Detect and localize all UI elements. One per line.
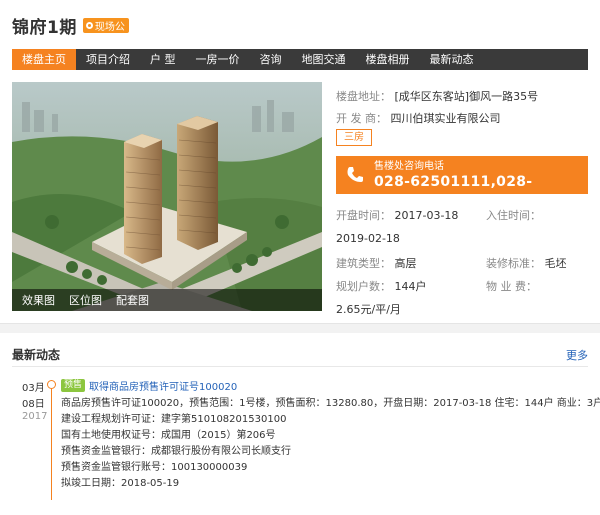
households-row: 规划户数： 144户 xyxy=(336,278,427,294)
phone-icon xyxy=(336,156,374,194)
news-detail-line: 建设工程规划许可证：建字第510108201530100 xyxy=(61,414,287,425)
nav-item-price[interactable]: 一房一价 xyxy=(186,49,250,70)
presale-badge: 预售 xyxy=(61,379,86,392)
tab-location[interactable]: 区位图 xyxy=(62,292,109,308)
news-header-rule xyxy=(12,366,588,367)
news-date-day: 08日 xyxy=(22,399,45,410)
property-fee-label: 物 业 费： xyxy=(486,280,537,293)
open-date-value: 2017-03-18 xyxy=(394,209,459,222)
building-type-label: 建筑类型： xyxy=(336,257,391,270)
decoration-label: 装修标准： xyxy=(486,257,541,270)
checkin-label: 入住时间： xyxy=(486,209,541,222)
more-link[interactable]: 更多 xyxy=(566,347,588,363)
news-detail-line: 国有土地使用权证号：成国用（2015）第206号 xyxy=(61,430,276,441)
project-rendering-image[interactable]: 效果图 区位图 配套图 xyxy=(12,82,322,311)
news-detail-line: 预售资金监管银行账号：100130000039 xyxy=(61,462,248,473)
developer-row: 开 发 商： 四川伯琪实业有限公司 xyxy=(336,110,501,126)
building-rendering xyxy=(12,82,322,311)
status-dot-icon xyxy=(85,21,93,29)
decoration-value: 毛坯 xyxy=(544,257,567,270)
open-date-label: 开盘时间： xyxy=(336,209,391,222)
nav-item-map[interactable]: 地图交通 xyxy=(292,49,356,70)
nav-item-home[interactable]: 楼盘主页 xyxy=(12,49,76,70)
timeline-dot-icon xyxy=(47,380,56,389)
nav-item-floorplan[interactable]: 户 型 xyxy=(140,49,186,70)
developer-label: 开 发 商： xyxy=(336,112,387,125)
news-detail-line: 预售资金监管银行：成都银行股份有限公司长顺支行 xyxy=(61,446,291,457)
room-type-tag[interactable]: 三房 xyxy=(336,129,372,146)
tab-facilities[interactable]: 配套图 xyxy=(109,292,156,308)
timeline-line xyxy=(51,384,52,500)
main-nav: 楼盘主页 项目介绍 户 型 一房一价 咨询 地图交通 楼盘相册 最新动态 xyxy=(12,49,588,70)
sales-phone-box[interactable]: 售楼处咨询电话 028-62501111,028- xyxy=(336,156,588,194)
decoration-row: 装修标准： 毛坯 xyxy=(486,255,567,271)
open-date-row: 开盘时间： 2017-03-18 xyxy=(336,207,458,223)
developer-value: 四川伯琪实业有限公司 xyxy=(390,112,501,125)
building-type-value: 高层 xyxy=(394,257,417,270)
news-detail-line: 商品房预售许可证100020，预售范围：1号楼，预售面积：13280.80，开盘… xyxy=(61,398,600,409)
news-detail-line: 拟竣工日期：2018-05-19 xyxy=(61,478,180,489)
address-value: [成华区东客站]御风一路35号 xyxy=(394,90,539,103)
news-date-year: 2017 xyxy=(22,411,48,422)
project-title: 锦府1期 xyxy=(12,17,77,38)
nav-item-intro[interactable]: 项目介绍 xyxy=(76,49,140,70)
nav-item-album[interactable]: 楼盘相册 xyxy=(356,49,420,70)
property-fee-value: 2.65元/平/月 xyxy=(336,303,401,316)
households-value: 144户 xyxy=(394,280,427,293)
checkin-row: 入住时间： xyxy=(486,207,541,223)
status-badge-label: 现场公 xyxy=(94,21,125,33)
nav-item-news[interactable]: 最新动态 xyxy=(420,49,484,70)
status-badge: 现场公 xyxy=(82,17,129,33)
news-headline-link[interactable]: 取得商品房预售许可证号100020 xyxy=(89,378,237,393)
checkin-value: 2019-02-18 xyxy=(336,232,400,245)
phone-label: 售楼处咨询电话 xyxy=(374,160,444,172)
nav-item-consult[interactable]: 咨询 xyxy=(250,49,292,70)
news-headline-row: 预售 取得商品房预售许可证号100020 xyxy=(61,378,237,393)
address-label: 楼盘地址： xyxy=(336,90,391,103)
project-header: 锦府1期 现场公 xyxy=(12,12,129,38)
property-fee-value-row: 2.65元/平/月 xyxy=(336,301,401,317)
checkin-value-row: 2019-02-18 xyxy=(336,232,400,245)
section-divider xyxy=(0,323,600,333)
tab-rendering[interactable]: 效果图 xyxy=(12,292,62,308)
address-row: 楼盘地址： [成华区东客站]御风一路35号 xyxy=(336,88,538,104)
property-fee-row: 物 业 费： xyxy=(486,278,537,294)
households-label: 规划户数： xyxy=(336,280,391,293)
photo-tabs: 效果图 区位图 配套图 xyxy=(12,289,322,311)
phone-number: 028-62501111,028- xyxy=(374,173,533,190)
news-section-title: 最新动态 xyxy=(12,348,61,362)
news-date-month: 03月 xyxy=(22,383,45,394)
building-type-row: 建筑类型： 高层 xyxy=(336,255,417,271)
